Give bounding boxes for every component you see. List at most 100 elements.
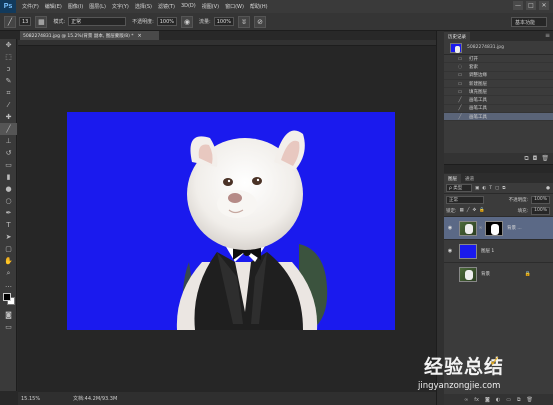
history-item[interactable]: ▭ 调整边缘 [444,72,553,80]
eraser-tool-icon[interactable]: ▭ [0,159,17,171]
edit-toolbar-icon[interactable]: … [0,279,17,291]
pressure-size-icon[interactable]: ⊘ [254,15,267,28]
camera-icon[interactable]: ◘ [533,155,538,162]
document-tab[interactable]: 5082274831.jpg @ 15.2%(背景 副本, 图层蒙版/8) * … [20,31,159,40]
lock-move-icon[interactable]: ✥ [473,208,477,213]
menu-item[interactable]: 3D(D) [181,3,196,10]
tab-history[interactable]: 历史记录 [444,32,470,41]
layer-name[interactable]: 图层 1 [481,248,494,254]
move-tool-icon[interactable]: ✥ [0,39,17,51]
close-icon[interactable]: × [138,33,142,39]
crop-tool-icon[interactable]: ⌗ [0,87,17,99]
history-item[interactable]: ▭ 打开 [444,55,553,64]
layer-name[interactable]: 背景 ... [507,225,522,231]
tab-channels[interactable]: 通道 [461,174,478,183]
menu-item[interactable]: 文字(Y) [112,3,129,10]
lasso-tool-icon[interactable]: ↄ [0,63,17,75]
minimize-button[interactable]: — [513,1,523,10]
blend-mode-select[interactable]: 正常 [446,195,484,204]
history-panel: 历史记录 ≡ 5082274831.jpg ▭ 打开 ◌ 套索 ▭ 调整边缘 ▭ 新建图层 ▭ 填… [444,31,553,165]
gradient-tool-icon[interactable]: ▮ [0,171,17,183]
history-item[interactable]: ╱ 画笔工具 [444,113,553,122]
filter-pixel-icon[interactable]: ▣ [475,186,479,191]
zoom-level[interactable]: 15.15% [21,396,45,402]
layer-mask-thumbnail[interactable] [485,220,503,236]
menu-item[interactable]: 帮助(H) [250,3,268,10]
zoom-tool-icon[interactable]: ⌕ [0,267,17,279]
brush-panel-icon[interactable]: ▦ [35,15,48,28]
brush-tool-icon[interactable]: ╱ [0,123,17,135]
lock-all-icon[interactable]: 🔒 [479,208,485,213]
clone-stamp-tool-icon[interactable]: ⊥ [0,135,17,147]
blur-tool-icon[interactable]: ● [0,183,17,195]
history-snapshot[interactable]: 5082274831.jpg [444,41,553,55]
opacity-label: 不透明度: [132,19,154,25]
foreground-color[interactable] [3,293,11,301]
type-tool-icon[interactable]: T [0,219,17,231]
layer-name[interactable]: 背景 [481,271,490,277]
eye-icon[interactable]: ◉ [444,248,456,254]
quick-select-tool-icon[interactable]: ✎ [0,75,17,87]
filter-type-icon[interactable]: T [489,186,492,191]
link-icon[interactable]: ∞ [478,225,483,231]
pressure-opacity-icon[interactable]: ◉ [181,15,194,28]
layer-thumbnail[interactable] [459,220,477,236]
layer-row[interactable]: 背景 🔒 [444,262,553,285]
layer-thumbnail[interactable] [459,243,477,259]
path-select-tool-icon[interactable]: ➤ [0,231,17,243]
hand-tool-icon[interactable]: ✋ [0,255,17,267]
lock-pixels-icon[interactable]: ▦ [460,208,464,213]
screen-mode-icon[interactable]: ▭ [0,321,17,333]
pen-tool-icon[interactable]: ✒ [0,207,17,219]
menu-item[interactable]: 选择(S) [135,3,152,10]
lock-row: 锁定: ▦ ╱ ✥ 🔒 填充: 100% [444,205,553,216]
menu-item[interactable]: 视图(V) [202,3,219,10]
eye-icon[interactable]: ◉ [444,225,456,231]
trash-icon[interactable]: 🗑 [541,155,549,162]
tab-layers[interactable]: 图层 [444,174,461,183]
quick-mask-icon[interactable]: ◙ [0,309,17,321]
shape-tool-icon[interactable]: ▢ [0,243,17,255]
filter-smart-icon[interactable]: ⧉ [502,185,505,191]
history-item[interactable]: ▭ 新建图层 [444,80,553,89]
menu-item[interactable]: 图层(L) [89,3,106,10]
flow-field[interactable]: 100% [213,17,235,26]
menu-item[interactable]: 窗口(W) [225,3,244,10]
history-brush-tool-icon[interactable]: ↺ [0,147,17,159]
fill-field[interactable]: 100% [531,206,550,215]
history-item[interactable]: ╱ 画笔工具 [444,96,553,105]
airbrush-icon[interactable]: ʬ [238,15,251,28]
dodge-tool-icon[interactable]: ○ [0,195,17,207]
close-button[interactable]: ✕ [539,1,549,10]
eyedropper-tool-icon[interactable]: ⁄ [0,99,17,111]
panel-menu-icon[interactable]: ≡ [545,32,550,39]
menu-item[interactable]: 图像(I) [68,3,83,10]
menu-item[interactable]: 滤镜(T) [158,3,175,10]
filter-shape-icon[interactable]: ▢ [495,186,499,191]
opacity-field[interactable]: 100% [156,17,178,26]
maximize-button[interactable]: □ [526,1,536,10]
menu-item[interactable]: 文件(F) [22,3,39,10]
brush-size-field[interactable]: 13 [19,17,32,26]
history-item[interactable]: ╱ 画笔工具 [444,105,553,114]
history-item[interactable]: ▭ 填充图层 [444,88,553,97]
layer-opacity-field[interactable]: 100% [531,195,550,204]
brush-preset-icon[interactable]: ╱ [4,15,16,28]
menu-item[interactable]: 编辑(E) [45,3,62,10]
mode-select[interactable]: 正常 [68,17,127,26]
workspace-select[interactable]: 基本功能 [511,17,547,27]
layer-row[interactable]: ◉ 图层 1 [444,239,553,262]
layer-row[interactable]: ◉ ∞ 背景 ... [444,216,553,239]
history-item-label: 套索 [469,64,478,70]
filter-adjust-icon[interactable]: ◐ [482,186,486,191]
layer-filter-select[interactable]: ρ 类型 [446,184,472,192]
document-canvas[interactable] [67,112,395,330]
marquee-tool-icon[interactable]: ⬚ [0,51,17,63]
history-item[interactable]: ◌ 套索 [444,63,553,72]
filter-toggle-icon[interactable]: ● [546,186,550,191]
lock-paint-icon[interactable]: ╱ [467,208,470,213]
color-swatches[interactable] [0,291,16,309]
layer-thumbnail[interactable] [459,266,477,282]
healing-tool-icon[interactable]: ✚ [0,111,17,123]
new-document-icon[interactable]: ⧉ [524,155,528,163]
